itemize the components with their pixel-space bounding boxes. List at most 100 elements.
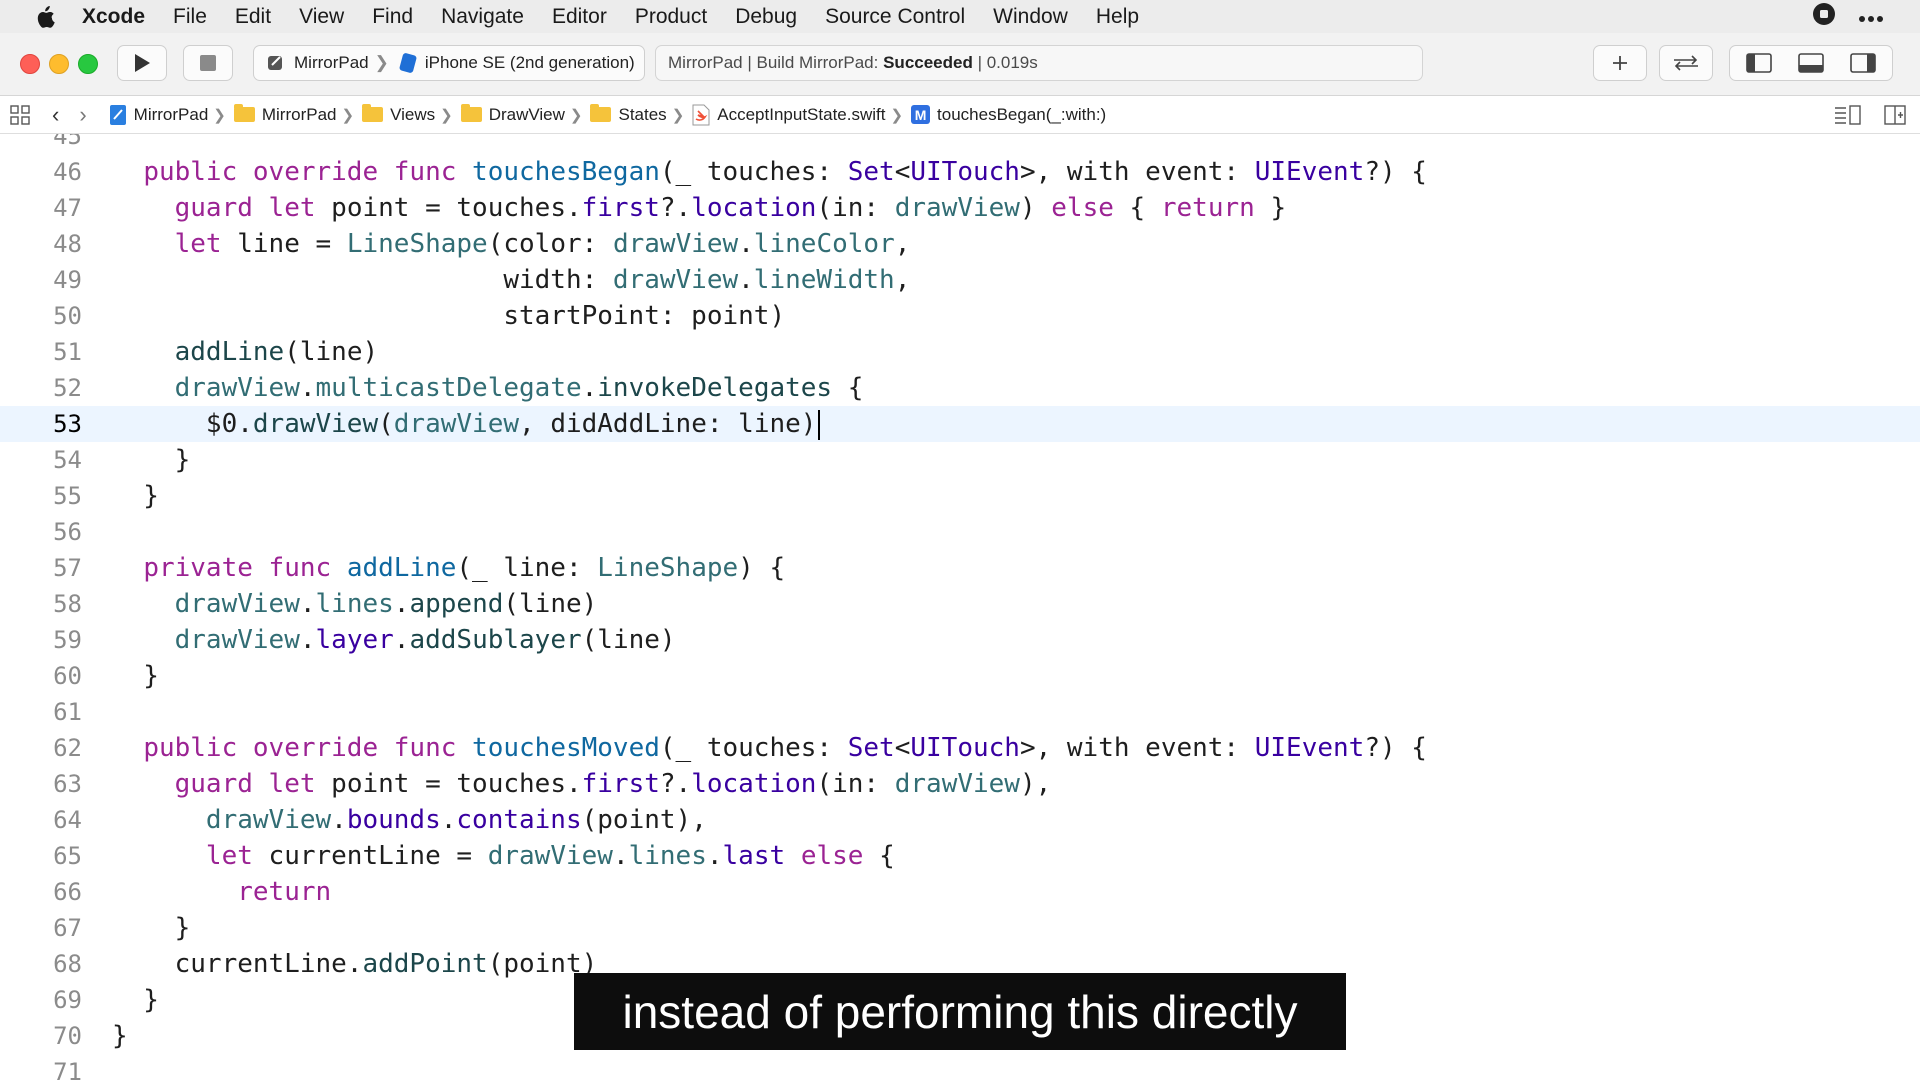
code-line: 67 }	[0, 910, 1920, 946]
xcode-toolbar: MirrorPad ❯ iPhone SE (2nd generation) M…	[0, 33, 1920, 96]
toggle-navigator-icon[interactable]	[1746, 53, 1772, 73]
crumb-chevron-icon: ❯	[890, 106, 904, 124]
scheme-selector[interactable]: MirrorPad ❯ iPhone SE (2nd generation)	[253, 45, 645, 81]
code-text: let line = LineShape(color: drawView.lin…	[174, 229, 911, 259]
folder-icon	[590, 104, 612, 122]
code-review-button[interactable]	[1659, 45, 1713, 81]
play-icon	[135, 54, 150, 72]
library-button[interactable]	[1593, 45, 1647, 81]
iphone-device-icon	[399, 53, 417, 73]
crumb-project[interactable]: MirrorPad ❯	[109, 104, 234, 126]
related-items-grid-icon[interactable]	[10, 104, 30, 125]
screen-record-stop-icon[interactable]	[1812, 2, 1836, 32]
code-text: public override func touchesMoved(_ touc…	[143, 733, 1427, 763]
line-number: 62	[53, 734, 82, 762]
plus-icon	[1613, 56, 1627, 70]
menu-navigate[interactable]: Navigate	[441, 5, 524, 29]
menu-xcode[interactable]: Xcode	[82, 5, 145, 29]
scheme-separator-chevron-icon: ❯	[374, 53, 389, 72]
code-line: 57 private func addLine(_ line: LineShap…	[0, 550, 1920, 586]
run-button[interactable]	[117, 45, 167, 81]
code-text: width: drawView.lineWidth,	[112, 265, 911, 295]
crumb-label: Views	[390, 104, 436, 124]
activity-status: Succeeded	[883, 53, 973, 72]
video-subtitle: instead of performing this directly	[574, 973, 1346, 1050]
forward-chevron-icon[interactable]: ›	[79, 102, 86, 128]
menu-file[interactable]: File	[173, 5, 207, 29]
line-number: 51	[53, 338, 82, 366]
toggle-debug-area-icon[interactable]	[1798, 53, 1824, 73]
line-number: 55	[53, 482, 82, 510]
xcode-project-icon	[109, 104, 126, 125]
code-line: 56	[0, 514, 1920, 550]
menu-bar: Xcode File Edit View Find Navigate Edito…	[0, 0, 1920, 33]
code-line: 63 guard let point = touches.first?.loca…	[0, 766, 1920, 802]
line-number: 53	[53, 410, 82, 438]
code-text: }	[112, 985, 159, 1015]
menu-debug[interactable]: Debug	[735, 5, 797, 29]
stop-button[interactable]	[183, 45, 233, 81]
code-line: 51 addLine(line)	[0, 334, 1920, 370]
code-line: 62 public override func touchesMoved(_ t…	[0, 730, 1920, 766]
line-number: 67	[53, 914, 82, 942]
menu-editor[interactable]: Editor	[552, 5, 607, 29]
code-text: currentLine.addPoint(point)	[112, 949, 598, 979]
line-number: 61	[53, 698, 82, 726]
more-icon[interactable]	[1858, 5, 1884, 29]
crumb-group-drawview[interactable]: DrawView ❯	[460, 104, 591, 125]
menu-help[interactable]: Help	[1096, 5, 1139, 29]
crumb-file[interactable]: AcceptInputState.swift ❯	[692, 104, 911, 126]
menu-product[interactable]: Product	[635, 5, 707, 29]
adjust-editor-options-icon[interactable]	[1834, 105, 1862, 125]
minimize-window-button[interactable]	[49, 54, 69, 74]
toggle-inspector-icon[interactable]	[1850, 53, 1876, 73]
code-line: 49 width: drawView.lineWidth,	[0, 262, 1920, 298]
crumb-group-views[interactable]: Views ❯	[362, 104, 461, 125]
current-code-line: 53 $0.drawView(drawView, didAddLine: lin…	[0, 406, 1920, 442]
line-number: 49	[53, 266, 82, 294]
source-editor[interactable]: 45 46 public override func touchesBegan(…	[0, 134, 1920, 1080]
code-line: 52 drawView.multicastDelegate.invokeDele…	[0, 370, 1920, 406]
code-text: }	[112, 661, 159, 691]
crumb-chevron-icon: ❯	[440, 106, 453, 124]
crumb-label: AcceptInputState.swift	[717, 104, 886, 124]
code-text: guard let point = touches.first?.locatio…	[174, 769, 1052, 799]
swift-file-icon	[692, 104, 710, 125]
add-editor-split-icon[interactable]	[1884, 105, 1906, 125]
back-chevron-icon[interactable]: ‹	[52, 102, 59, 128]
line-number: 64	[53, 806, 82, 834]
line-number: 68	[53, 950, 82, 978]
apple-logo-icon[interactable]	[30, 5, 60, 28]
code-line: 64 drawView.bounds.contains(point),	[0, 802, 1920, 838]
crumb-label: States	[618, 104, 667, 124]
crumb-group-states[interactable]: States ❯	[590, 104, 692, 125]
code-text: drawView.multicastDelegate.invokeDelegat…	[174, 373, 864, 403]
zoom-window-button[interactable]	[78, 54, 98, 74]
code-line: 45	[0, 134, 1920, 154]
code-line: 54 }	[0, 442, 1920, 478]
line-number: 69	[53, 986, 82, 1014]
crumb-method[interactable]: M touchesBegan(_:with:)	[911, 105, 1106, 125]
code-line: 61	[0, 694, 1920, 730]
line-number: 56	[53, 518, 82, 546]
menu-source-control[interactable]: Source Control	[825, 5, 965, 29]
menu-view[interactable]: View	[299, 5, 344, 29]
code-text: guard let point = touches.first?.locatio…	[174, 193, 1287, 223]
crumb-group-mirrorpad[interactable]: MirrorPad ❯	[233, 104, 362, 125]
code-text: drawView.layer.addSublayer(line)	[174, 625, 676, 655]
line-number: 54	[53, 446, 82, 474]
menu-edit[interactable]: Edit	[235, 5, 271, 29]
destination-name: iPhone SE (2nd generation)	[424, 53, 635, 72]
panel-toggles-group	[1729, 45, 1893, 81]
code-text: drawView.lines.append(line)	[174, 589, 598, 619]
menu-window[interactable]: Window	[993, 5, 1068, 29]
crumb-label: DrawView	[488, 104, 565, 124]
menu-find[interactable]: Find	[372, 5, 413, 29]
line-number: 63	[53, 770, 82, 798]
code-line: 71	[0, 1054, 1920, 1080]
code-text: $0.drawView(drawView, didAddLine: line)	[112, 406, 821, 442]
code-text: addLine(line)	[174, 337, 379, 367]
close-window-button[interactable]	[20, 54, 40, 74]
crumb-label: MirrorPad	[133, 104, 209, 124]
code-line: 65 let currentLine = drawView.lines.last…	[0, 838, 1920, 874]
